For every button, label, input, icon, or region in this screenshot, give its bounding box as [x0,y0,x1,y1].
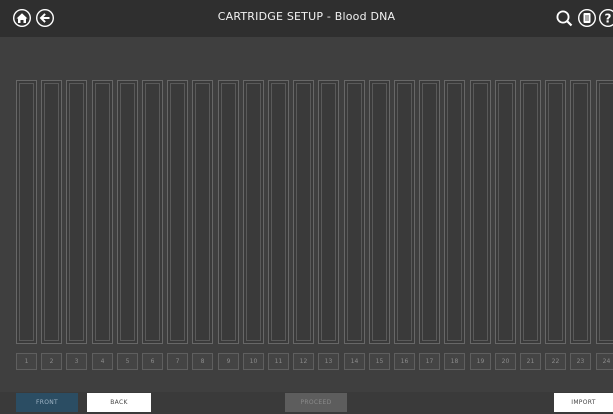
import-button[interactable]: IMPORT [554,393,613,412]
slot-number-label[interactable]: 3 [66,353,87,370]
cartridge-slot[interactable] [293,80,314,344]
cartridge-slot[interactable] [520,80,541,344]
cartridge-slot[interactable] [192,80,213,344]
cartridge-slot[interactable] [495,80,516,344]
slot-number-label[interactable]: 1 [16,353,37,370]
search-icon[interactable] [555,9,575,29]
slot-number-label[interactable]: 6 [142,353,163,370]
slot-number-label[interactable]: 16 [394,353,415,370]
cartridge-slot[interactable] [167,80,188,344]
page-title: CARTRIDGE SETUP - Blood DNA [217,10,396,23]
slot-number-label[interactable]: 4 [92,353,113,370]
slot-number-label[interactable]: 24 [596,353,613,370]
cartridge-slot[interactable] [243,80,264,344]
cartridge-slot[interactable] [344,80,365,344]
document-icon[interactable] [577,8,597,28]
slot-number-label[interactable]: 10 [243,353,264,370]
cartridge-slot[interactable] [268,80,289,344]
slot-number-label[interactable]: 18 [444,353,465,370]
svg-text:?: ? [605,12,612,26]
slot-number-label[interactable]: 21 [520,353,541,370]
cartridge-workspace: 1 2 3 4 5 6 7 8 9 10 11 12 13 14 15 16 17 18 19 20 21 22 23 24 [0,37,613,392]
title-bar: CARTRIDGE SETUP - Blood DNA ? [0,0,613,37]
slot-number-label[interactable]: 22 [545,353,566,370]
cartridge-slot[interactable] [218,80,239,344]
cartridge-slot[interactable] [16,80,37,344]
cartridge-slot[interactable] [470,80,491,344]
cartridge-slot[interactable] [369,80,390,344]
slot-number-label[interactable]: 12 [293,353,314,370]
slot-number-label[interactable]: 14 [344,353,365,370]
cartridge-slot[interactable] [41,80,62,344]
proceed-button[interactable]: PROCEED [285,393,347,412]
slot-number-label[interactable]: 9 [218,353,239,370]
cartridge-slot[interactable] [92,80,113,344]
slot-number-label[interactable]: 7 [167,353,188,370]
cartridge-slot[interactable] [570,80,591,344]
slot-number-label[interactable]: 19 [470,353,491,370]
cartridge-slot[interactable] [545,80,566,344]
slot-number-label[interactable]: 11 [268,353,289,370]
slot-number-label[interactable]: 23 [570,353,591,370]
slot-number-label[interactable]: 5 [117,353,138,370]
slot-number-label[interactable]: 13 [318,353,339,370]
slot-number-label[interactable]: 8 [192,353,213,370]
cartridge-slot[interactable] [596,80,613,344]
cartridge-slot[interactable] [142,80,163,344]
back-button[interactable]: BACK [87,393,151,412]
cartridge-slot[interactable] [419,80,440,344]
slot-number-label[interactable]: 2 [41,353,62,370]
cartridge-slot[interactable] [117,80,138,344]
front-button[interactable]: FRONT [16,393,78,412]
slot-number-label[interactable]: 17 [419,353,440,370]
cartridge-slot[interactable] [444,80,465,344]
cartridge-slot[interactable] [66,80,87,344]
cartridge-slot[interactable] [318,80,339,344]
slot-number-label[interactable]: 20 [495,353,516,370]
cartridge-slot[interactable] [394,80,415,344]
slot-number-label[interactable]: 15 [369,353,390,370]
help-icon[interactable]: ? [598,8,613,28]
